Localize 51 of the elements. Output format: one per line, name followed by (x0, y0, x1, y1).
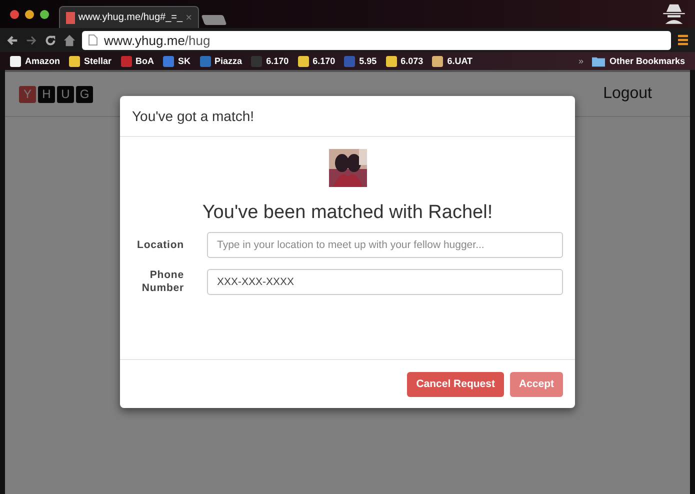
bookmark[interactable]: Amazon (10, 56, 60, 66)
site-icon (200, 56, 211, 66)
close-window-icon[interactable] (10, 10, 19, 19)
address-bar[interactable]: www.yhug.me/hug (82, 30, 671, 50)
more-bookmarks-button[interactable]: » (578, 56, 584, 66)
back-icon[interactable] (6, 34, 19, 46)
new-tab-button[interactable] (201, 15, 227, 25)
other-bookmarks-folder[interactable]: Other Bookmarks (592, 56, 685, 66)
site-icon (251, 56, 262, 66)
folder-icon (592, 56, 606, 66)
site-icon (344, 56, 356, 66)
incognito-icon (661, 2, 687, 24)
page-icon (88, 34, 98, 46)
input-field[interactable]: Type in your location to meet up with your fellow hugger... (207, 232, 563, 258)
zoom-window-icon[interactable] (40, 10, 49, 19)
dialog-button[interactable]: Cancel Request (407, 372, 504, 396)
home-icon[interactable] (63, 34, 76, 46)
bookmark[interactable]: 6.UAT (432, 56, 473, 66)
site-icon (386, 56, 397, 66)
bookmark[interactable]: SK (163, 56, 191, 66)
tab-title: www.yhug.me/hug#_=_ (78, 12, 183, 23)
logo-letter: G (76, 86, 93, 102)
site-icon (10, 56, 21, 66)
menu-icon[interactable] (677, 34, 689, 46)
bookmark[interactable]: Piazza (200, 56, 242, 66)
bookmark[interactable]: 6.170 (251, 56, 289, 66)
bookmark[interactable]: 6.170 (298, 56, 336, 66)
minimize-window-icon[interactable] (25, 10, 34, 19)
url-text: www.yhug.me/hug (104, 32, 210, 48)
bookmark[interactable]: BoA (120, 56, 154, 66)
site-icon (298, 56, 309, 66)
logo-letter: U (57, 86, 74, 102)
logout-link[interactable]: Logout (603, 85, 652, 103)
logo-letter: H (38, 86, 55, 102)
input-field[interactable]: XXX-XXX-XXXX (207, 269, 563, 295)
favicon-icon (66, 12, 76, 24)
reload-icon[interactable] (44, 34, 57, 46)
bookmark[interactable]: 5.95 (344, 56, 377, 66)
site-icon (69, 56, 80, 66)
match-heading: You've been matched with Rachel! (202, 202, 493, 224)
dialog-title: You've got a match! (132, 108, 254, 124)
site-icon (120, 56, 132, 66)
site-icon (432, 56, 444, 66)
site-icon (163, 56, 174, 66)
browser-tab[interactable]: www.yhug.me/hug#_=_ × (59, 6, 199, 28)
field-label: Location (136, 238, 184, 252)
logo-letter: Y (19, 86, 36, 102)
bookmark[interactable]: 6.073 (386, 56, 424, 66)
bookmark[interactable]: Stellar (69, 56, 112, 66)
forward-icon[interactable] (25, 34, 38, 46)
field-label: Phone Number (140, 269, 184, 295)
